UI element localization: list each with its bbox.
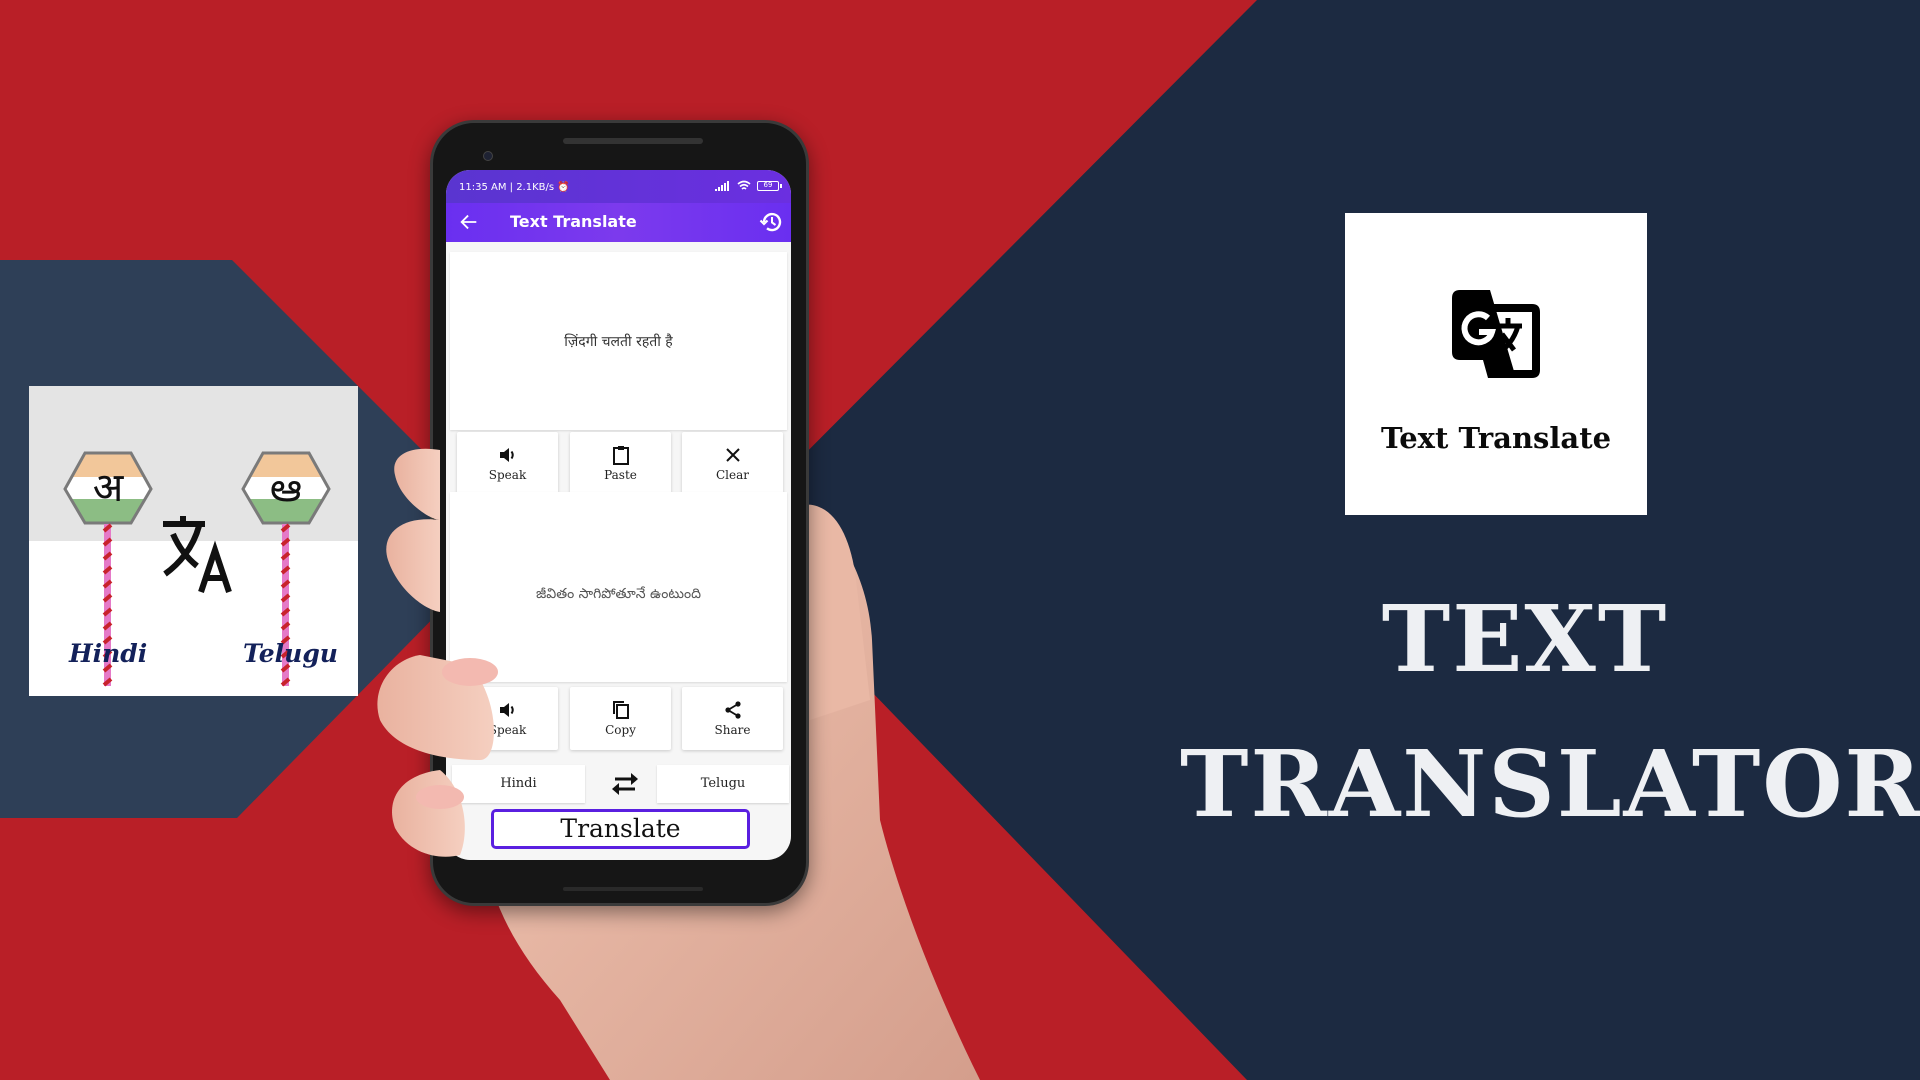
result-actions: Speak Copy Share	[457, 687, 784, 752]
speak-result-button[interactable]: Speak	[457, 687, 558, 750]
speaker-icon	[500, 703, 514, 717]
history-icon[interactable]	[759, 210, 783, 234]
wifi-icon	[737, 180, 751, 190]
share-icon	[725, 701, 741, 719]
paste-button[interactable]: Paste	[570, 432, 671, 495]
app-bar: Text Translate	[446, 203, 791, 242]
clipboard-icon	[613, 446, 629, 465]
share-button[interactable]: Share	[682, 687, 783, 750]
alarm-icon: ⏰	[557, 182, 570, 193]
earpiece-speaker	[563, 138, 703, 144]
swap-arrows-icon[interactable]	[609, 771, 641, 797]
status-time: 11:35 AM | 2.1KB/s ⏰	[459, 182, 570, 193]
status-bar: 11:35 AM | 2.1KB/s ⏰ 69	[446, 170, 791, 203]
battery-icon: 69	[757, 180, 782, 191]
front-camera	[483, 151, 493, 161]
close-icon	[726, 448, 740, 462]
copy-icon	[613, 701, 629, 719]
clear-button[interactable]: Clear	[682, 432, 783, 495]
signal-icon	[715, 180, 729, 191]
from-language-select[interactable]: Hindi	[452, 765, 585, 803]
speak-source-button[interactable]: Speak	[457, 432, 558, 495]
source-actions: Speak Paste Clear	[457, 432, 784, 497]
language-selector-row: Hindi Telugu	[452, 765, 789, 803]
source-text-area[interactable]: ज़िंदगी चलती रहती है	[450, 252, 787, 430]
bottom-speaker	[563, 887, 703, 891]
translate-button[interactable]: Translate	[491, 809, 750, 849]
to-language-select[interactable]: Telugu	[657, 765, 789, 803]
hand-image	[482, 500, 980, 1080]
source-text: ज़िंदगी चलती रहती है	[564, 334, 673, 350]
translated-text: జీవితం సాగిపోతూనే ఉంటుంది	[536, 586, 701, 602]
speaker-icon	[500, 448, 514, 462]
arrow-left-icon[interactable]	[458, 211, 480, 233]
translated-text-area: జీవితం సాగిపోతూనే ఉంటుంది	[450, 492, 787, 682]
copy-button[interactable]: Copy	[570, 687, 671, 750]
app-bar-title: Text Translate	[510, 212, 637, 231]
phone-screen: 11:35 AM | 2.1KB/s ⏰ 69 Text Translate ज…	[446, 170, 791, 860]
